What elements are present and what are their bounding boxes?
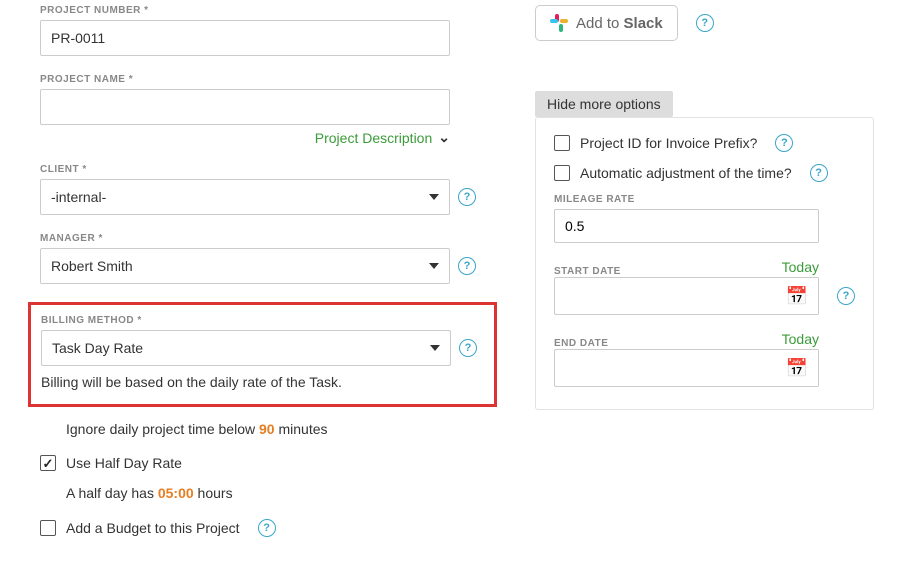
- right-column: Add to Slack ? Hide more options Project…: [535, 5, 874, 551]
- project-number-label: PROJECT NUMBER *: [40, 5, 485, 16]
- project-number-input[interactable]: [40, 20, 450, 56]
- client-value: -internal-: [51, 189, 106, 205]
- ignore-below-suffix: minutes: [275, 421, 328, 437]
- client-label: CLIENT *: [40, 164, 485, 175]
- add-budget-checkbox[interactable]: [40, 520, 56, 536]
- help-icon[interactable]: ?: [459, 339, 477, 357]
- more-options-panel: Project ID for Invoice Prefix? ? Automat…: [535, 117, 874, 410]
- start-date-label: START DATE: [554, 266, 621, 277]
- end-date-input[interactable]: 📅: [554, 349, 819, 387]
- calendar-icon: 📅: [786, 286, 808, 307]
- half-day-suffix: hours: [194, 485, 233, 501]
- invoice-prefix-checkbox[interactable]: [554, 135, 570, 151]
- help-icon[interactable]: ?: [458, 188, 476, 206]
- help-icon[interactable]: ?: [810, 164, 828, 182]
- project-name-group: PROJECT NAME * Project Description ⌄: [40, 74, 485, 146]
- help-icon[interactable]: ?: [775, 134, 793, 152]
- add-budget-label: Add a Budget to this Project: [66, 520, 240, 536]
- help-icon[interactable]: ?: [458, 257, 476, 275]
- invoice-prefix-label: Project ID for Invoice Prefix?: [580, 135, 757, 151]
- slack-icon: [550, 14, 568, 32]
- half-day-checkbox[interactable]: [40, 455, 56, 471]
- mileage-rate-label: MILEAGE RATE: [554, 194, 855, 205]
- manager-group: MANAGER * Robert Smith ?: [40, 233, 485, 284]
- end-date-today-link[interactable]: Today: [782, 331, 819, 347]
- client-select[interactable]: -internal-: [40, 179, 450, 215]
- chevron-down-icon: [429, 263, 439, 269]
- billing-method-highlight: BILLING METHOD * Task Day Rate ? Billing…: [28, 302, 497, 407]
- manager-label: MANAGER *: [40, 233, 485, 244]
- slack-button-label: Add to Slack: [576, 15, 663, 32]
- half-day-text: A half day has 05:00 hours: [66, 485, 485, 501]
- billing-method-label: BILLING METHOD *: [41, 315, 484, 326]
- half-day-row: Use Half Day Rate: [40, 455, 485, 471]
- project-description-link[interactable]: Project Description: [315, 130, 433, 146]
- help-icon[interactable]: ?: [837, 287, 855, 305]
- manager-select[interactable]: Robert Smith: [40, 248, 450, 284]
- chevron-down-icon: [429, 194, 439, 200]
- mileage-rate-input[interactable]: [554, 209, 819, 243]
- billing-hint: Billing will be based on the daily rate …: [41, 374, 484, 390]
- ignore-below-text: Ignore daily project time below 90 minut…: [66, 421, 485, 437]
- half-day-prefix: A half day has: [66, 485, 158, 501]
- billing-method-select[interactable]: Task Day Rate: [41, 330, 451, 366]
- auto-adjust-checkbox[interactable]: [554, 165, 570, 181]
- half-day-label: Use Half Day Rate: [66, 455, 182, 471]
- auto-adjust-label: Automatic adjustment of the time?: [580, 165, 792, 181]
- add-to-slack-button[interactable]: Add to Slack: [535, 5, 678, 41]
- help-icon[interactable]: ?: [696, 14, 714, 32]
- end-date-label: END DATE: [554, 338, 608, 349]
- ignore-below-value[interactable]: 90: [259, 421, 275, 437]
- left-column: PROJECT NUMBER * PROJECT NAME * Project …: [40, 5, 485, 551]
- chevron-down-icon: ⌄: [438, 129, 450, 146]
- chevron-down-icon: [430, 345, 440, 351]
- ignore-below-prefix: Ignore daily project time below: [66, 421, 259, 437]
- hide-more-options-button[interactable]: Hide more options: [535, 91, 673, 117]
- help-icon[interactable]: ?: [258, 519, 276, 537]
- project-name-label: PROJECT NAME *: [40, 74, 485, 85]
- half-day-value[interactable]: 05:00: [158, 485, 194, 501]
- project-number-group: PROJECT NUMBER *: [40, 5, 485, 56]
- client-group: CLIENT * -internal- ?: [40, 164, 485, 215]
- start-date-today-link[interactable]: Today: [782, 259, 819, 275]
- project-name-input[interactable]: [40, 89, 450, 125]
- add-budget-row: Add a Budget to this Project ?: [40, 519, 485, 537]
- calendar-icon: 📅: [786, 358, 808, 379]
- manager-value: Robert Smith: [51, 258, 133, 274]
- billing-method-value: Task Day Rate: [52, 340, 143, 356]
- start-date-input[interactable]: 📅: [554, 277, 819, 315]
